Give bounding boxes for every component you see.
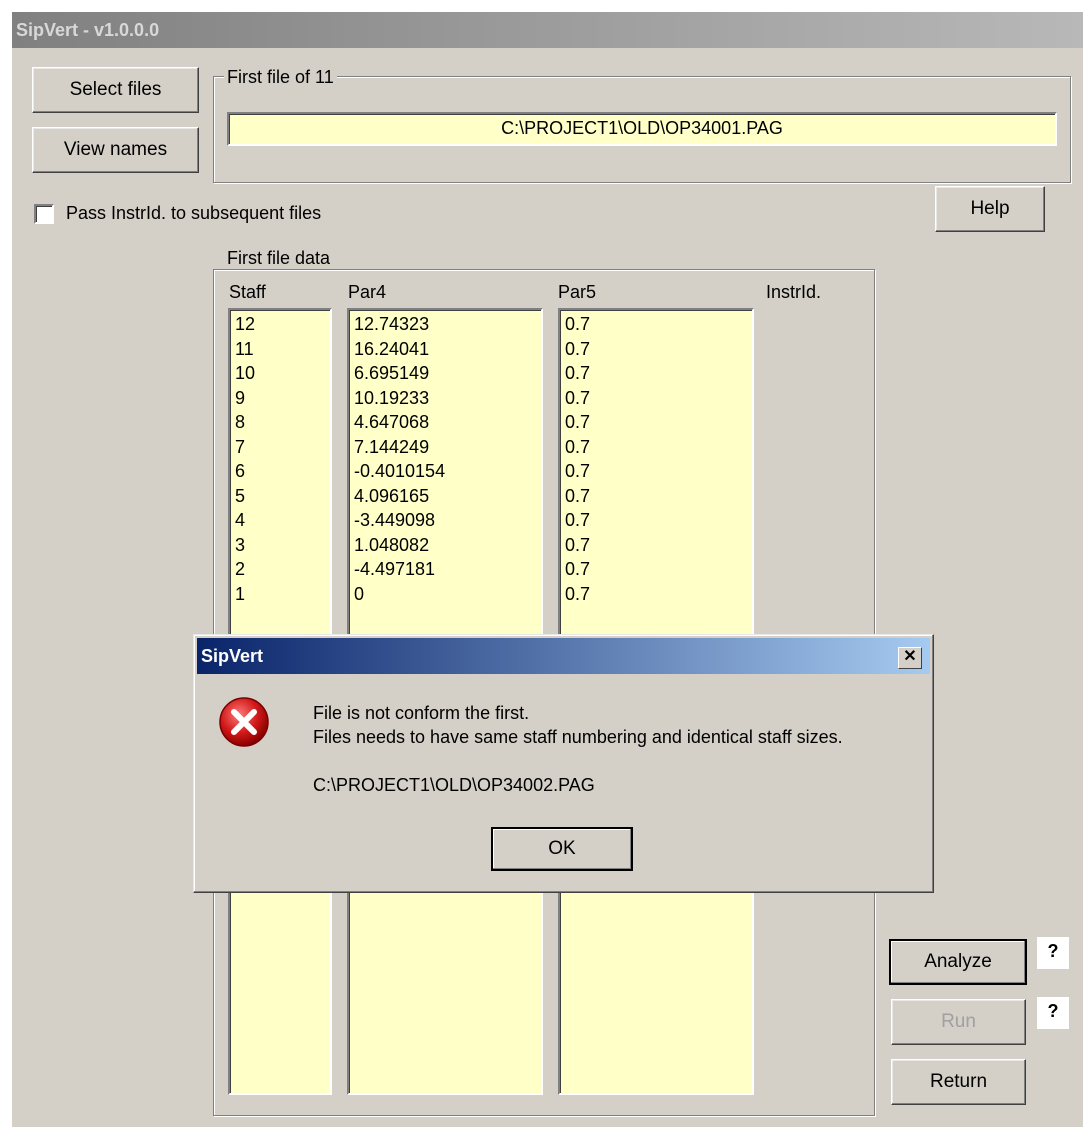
column-header-staff: Staff xyxy=(229,282,266,302)
list-item[interactable]: 0.7 xyxy=(565,533,752,558)
error-dialog: SipVert ✕ File is not conform the first.… xyxy=(193,634,934,893)
list-item[interactable]: 2 xyxy=(235,557,330,582)
list-item[interactable]: 7 xyxy=(235,435,330,460)
list-item[interactable]: 4.096165 xyxy=(354,484,541,509)
close-icon[interactable]: ✕ xyxy=(898,647,922,669)
dialog-titlebar: SipVert ✕ xyxy=(197,638,930,674)
list-item[interactable]: 0.7 xyxy=(565,582,752,607)
dialog-message-line1: File is not conform the first. xyxy=(313,703,530,723)
list-item[interactable]: 3 xyxy=(235,533,330,558)
list-item[interactable]: 0.7 xyxy=(565,386,752,411)
view-names-button[interactable]: View names xyxy=(32,127,199,173)
column-header-par5: Par5 xyxy=(558,282,597,302)
list-item[interactable]: 10.19233 xyxy=(354,386,541,411)
list-item[interactable]: 12.74323 xyxy=(354,312,541,337)
pass-instrid-label: Pass InstrId. to subsequent files xyxy=(66,203,322,223)
list-item[interactable]: 4 xyxy=(235,508,330,533)
run-button[interactable]: Run xyxy=(891,999,1026,1045)
list-item[interactable]: 0.7 xyxy=(565,459,752,484)
dialog-title: SipVert xyxy=(201,646,264,666)
list-item[interactable]: 8 xyxy=(235,410,330,435)
list-item[interactable]: 0.7 xyxy=(565,508,752,533)
list-item[interactable]: 11 xyxy=(235,337,330,362)
list-item[interactable]: 5 xyxy=(235,484,330,509)
list-item[interactable]: 4.647068 xyxy=(354,410,541,435)
first-file-data-group-label: First file data xyxy=(224,248,334,269)
list-item[interactable]: 0.7 xyxy=(565,410,752,435)
list-item[interactable]: 10 xyxy=(235,361,330,386)
list-item[interactable]: -3.449098 xyxy=(354,508,541,533)
main-window: SipVert - v1.0.0.0 Select files View nam… xyxy=(12,12,1083,1127)
list-item[interactable]: 6 xyxy=(235,459,330,484)
list-item[interactable]: 12 xyxy=(235,312,330,337)
column-header-instrid: InstrId. xyxy=(766,282,822,302)
first-file-group-label: First file of 11 xyxy=(224,67,337,88)
column-header-par4: Par4 xyxy=(348,282,387,302)
list-item[interactable]: -0.4010154 xyxy=(354,459,541,484)
list-item[interactable]: 0.7 xyxy=(565,557,752,582)
list-item[interactable]: 7.144249 xyxy=(354,435,541,460)
list-item[interactable]: 0.7 xyxy=(565,361,752,386)
list-item[interactable]: 0.7 xyxy=(565,312,752,337)
ok-button[interactable]: OK xyxy=(491,827,633,871)
pass-instrid-checkbox[interactable] xyxy=(34,204,54,224)
list-item[interactable]: 0.7 xyxy=(565,337,752,362)
list-item[interactable]: 9 xyxy=(235,386,330,411)
run-help-icon[interactable]: ? xyxy=(1037,997,1069,1029)
list-item[interactable]: 6.695149 xyxy=(354,361,541,386)
list-item[interactable]: 0.7 xyxy=(565,484,752,509)
dialog-message-line2: Files needs to have same staff numbering… xyxy=(313,727,843,747)
dialog-file-path: C:\PROJECT1\OLD\OP34002.PAG xyxy=(313,775,595,795)
window-titlebar: SipVert - v1.0.0.0 xyxy=(12,12,1083,48)
select-files-button[interactable]: Select files xyxy=(32,67,199,113)
help-button[interactable]: Help xyxy=(935,186,1045,232)
analyze-help-icon[interactable]: ? xyxy=(1037,937,1069,969)
error-icon xyxy=(219,697,269,747)
list-item[interactable]: -4.497181 xyxy=(354,557,541,582)
return-button[interactable]: Return xyxy=(891,1059,1026,1105)
list-item[interactable]: 16.24041 xyxy=(354,337,541,362)
list-item[interactable]: 0.7 xyxy=(565,435,752,460)
first-file-path-field: C:\PROJECT1\OLD\OP34001.PAG xyxy=(227,112,1057,146)
list-item[interactable]: 0 xyxy=(354,582,541,607)
list-item[interactable]: 1 xyxy=(235,582,330,607)
list-item[interactable]: 1.048082 xyxy=(354,533,541,558)
analyze-button[interactable]: Analyze xyxy=(889,939,1027,985)
